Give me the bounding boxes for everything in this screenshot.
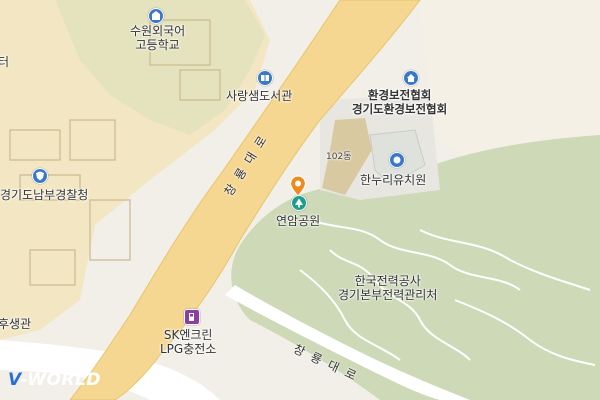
poi-label-welfare[interactable]: 후생관 <box>0 317 31 331</box>
poi-label-edge: 터 <box>0 55 9 69</box>
poi-label-library[interactable]: 사랑샘도서관 <box>226 89 292 103</box>
poi-label-line: 연암공원 <box>276 214 321 228</box>
office-icon[interactable] <box>403 70 419 86</box>
library-icon[interactable] <box>257 70 273 86</box>
police-icon[interactable] <box>32 168 48 184</box>
poi-label-lpg[interactable]: SK엔크린 LPG충전소 <box>160 328 216 356</box>
poi-label-line: 경기본부전력관리처 <box>338 288 438 302</box>
open-area <box>420 0 600 160</box>
location-pin-icon[interactable] <box>289 175 307 197</box>
poi-label-police[interactable]: 경기도남부경찰청 <box>0 188 88 202</box>
poi-label-kindergarten[interactable]: 한누리유치원 <box>360 173 426 187</box>
building-102-label: 102동 <box>326 152 352 162</box>
poi-label-line: 한누리유치원 <box>360 173 427 187</box>
poi-label-kepco[interactable]: 한국전력공사 경기본부전력관리처 <box>338 274 437 302</box>
vworld-logo: V-WORLD <box>8 370 101 390</box>
park-icon[interactable] <box>291 195 307 211</box>
poi-label-line: SK엔크린 <box>163 328 213 342</box>
poi-label-park[interactable]: 연암공원 <box>276 214 320 228</box>
poi-label-line: LPG충전소 <box>160 342 217 356</box>
poi-label-line: 수원외국어 <box>130 24 186 38</box>
poi-label-line: 사랑샘도서관 <box>226 89 293 103</box>
poi-label-env-assoc[interactable]: 환경보전협회 경기도환경보전협회 <box>352 88 447 116</box>
poi-label-line: 터 <box>0 55 10 69</box>
map-view[interactable]: 수원외국어 고등학교 사랑샘도서관 환경보전협회 경기도환경보전협회 102동 … <box>0 0 600 400</box>
school-icon[interactable] <box>148 8 164 24</box>
logo-rest: -WORLD <box>20 370 101 390</box>
poi-label-line: 후생관 <box>0 317 32 331</box>
poi-label-line: 환경보전협회 <box>367 88 432 102</box>
logo-prefix: V <box>8 370 21 390</box>
poi-label-line: 고등학교 <box>135 38 180 52</box>
poi-label-school[interactable]: 수원외국어 고등학교 <box>130 24 185 52</box>
kindergarten-icon[interactable] <box>389 152 405 168</box>
poi-label-line: 경기도환경보전협회 <box>352 102 448 116</box>
gas-station-icon[interactable] <box>184 309 200 325</box>
poi-label-line: 경기도남부경찰청 <box>0 188 89 202</box>
poi-label-line: 한국전력공사 <box>354 274 421 288</box>
